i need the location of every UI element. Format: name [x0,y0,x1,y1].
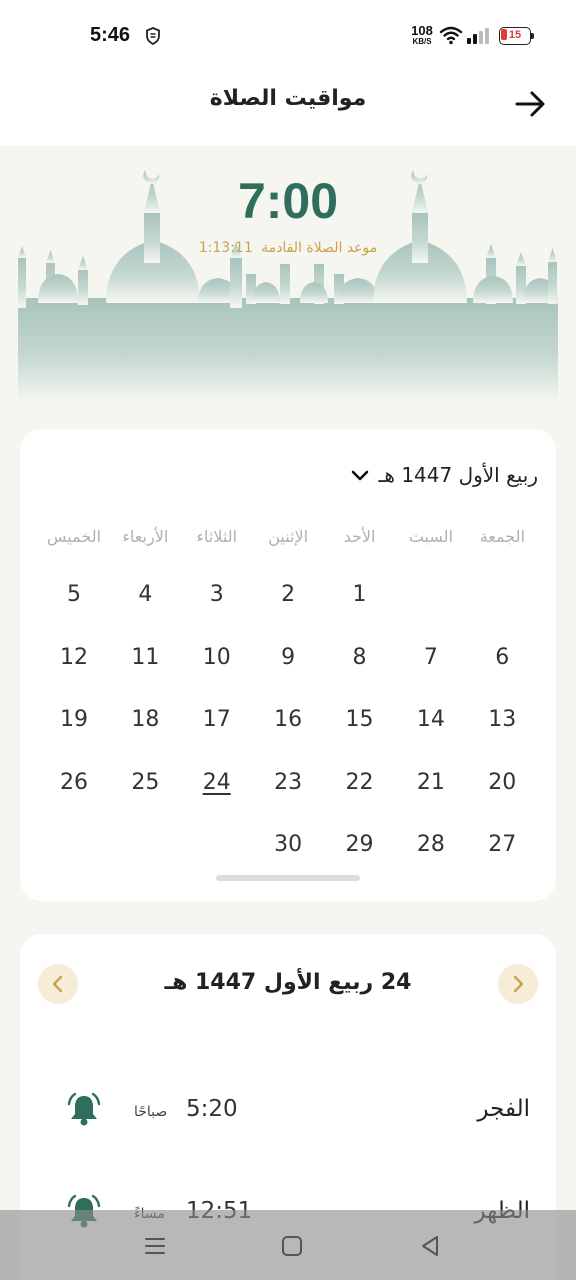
calendar-empty-cell [467,569,538,632]
next-day-button[interactable] [498,964,538,1004]
calendar-grid: 1 2 3 4 5 6 7 8 9 10 11 12 13 14 15 16 17 18 19 20 21 22 23 24 2… [38,569,538,882]
calendar-day[interactable]: 29 [324,819,395,882]
page-title: مواقيت الصلاة [209,86,367,111]
prayer-period: صباحًا [134,1104,168,1120]
back-icon[interactable] [416,1232,444,1260]
next-prayer-label: موعد الصلاة القادمة [261,240,378,256]
calendar-day[interactable]: 19 [38,694,109,757]
calendar-day-today[interactable]: 24 [181,757,252,820]
calendar-day[interactable]: 16 [252,694,323,757]
chevron-down-icon [351,470,368,481]
shield-icon [146,27,160,45]
calendar-day[interactable]: 13 [467,694,538,757]
app-bar: مواقيت الصلاة [0,70,576,146]
chevron-right-icon [513,975,524,993]
system-nav-bar [0,1210,576,1280]
calendar-day[interactable]: 27 [467,819,538,882]
calendar-day[interactable]: 11 [110,632,181,695]
calendar-day[interactable]: 30 [252,819,323,882]
weekday-label: الثلاثاء [196,527,238,546]
calendar-day[interactable]: 12 [38,632,109,695]
prayer-name: الفجر [477,1096,530,1122]
calendar-day[interactable]: 25 [110,757,181,820]
calendar-day[interactable]: 23 [252,757,323,820]
calendar-day[interactable]: 3 [181,569,252,632]
weekday-label: السبت [408,527,453,546]
countdown-value: 1:13:11 [198,240,253,256]
status-bar: 5:46 108 KB/S 15 [0,0,576,70]
calendar-day[interactable]: 26 [38,757,109,820]
calendar-day[interactable]: 28 [395,819,466,882]
weekday-header: الجمعة السبت الأحد الإثنين الثلاثاء الأربعاء ا… [38,527,538,546]
calendar-day[interactable]: 15 [324,694,395,757]
weekday-label: الأربعاء [122,527,169,546]
network-speed: 108 KB/S [411,23,433,46]
calendar-day[interactable]: 14 [395,694,466,757]
calendar-empty-cell [395,569,466,632]
calendar-day[interactable]: 17 [181,694,252,757]
calendar-day[interactable]: 9 [252,632,323,695]
next-prayer-time: 7:00 [237,173,339,229]
prayer-row-fajr: الفجر 5:20 صباحًا [20,1092,556,1146]
calendar-day[interactable]: 5 [38,569,109,632]
home-icon[interactable] [278,1232,306,1260]
calendar-day[interactable]: 10 [181,632,252,695]
weekday-label: الخميس [46,527,102,546]
calendar-day[interactable]: 18 [110,694,181,757]
battery-level: 15 [508,29,522,41]
scroll-indicator[interactable] [216,875,360,881]
next-prayer-countdown: موعد الصلاة القادمة 1:13:11 [0,240,576,256]
calendar-day[interactable]: 20 [467,757,538,820]
month-dropdown[interactable]: ربيع الأول 1447 هـ [349,463,538,487]
calendar-day[interactable]: 7 [395,632,466,695]
next-prayer-hero: 7:00 موعد الصلاة القادمة 1:13:11 [0,146,576,414]
month-label: ربيع الأول 1447 هـ [378,463,538,487]
calendar-day[interactable]: 8 [324,632,395,695]
signal-icon [467,28,489,44]
calendar-day[interactable]: 22 [324,757,395,820]
status-time: 5:46 [90,24,131,46]
calendar-day[interactable]: 4 [110,569,181,632]
weekday-label: الإثنين [268,527,309,546]
calendar-day[interactable]: 21 [395,757,466,820]
calendar-day[interactable]: 2 [252,569,323,632]
battery-icon: 15 [499,27,535,45]
weekday-label: الأحد [343,527,376,546]
weekday-label: الجمعة [479,527,525,546]
menu-icon[interactable] [141,1232,169,1260]
selected-date: 24 ربيع الأول 1447 هـ [164,970,412,995]
arrow-right-icon[interactable] [512,86,548,122]
calendar-day[interactable]: 1 [324,569,395,632]
prayer-time: 5:20 [186,1096,238,1122]
calendar-day[interactable]: 6 [467,632,538,695]
wifi-icon [439,26,463,45]
calendar-card: ربيع الأول 1447 هـ الجمعة السبت الأحد الإثن… [20,429,556,901]
bell-icon[interactable] [64,1090,104,1130]
